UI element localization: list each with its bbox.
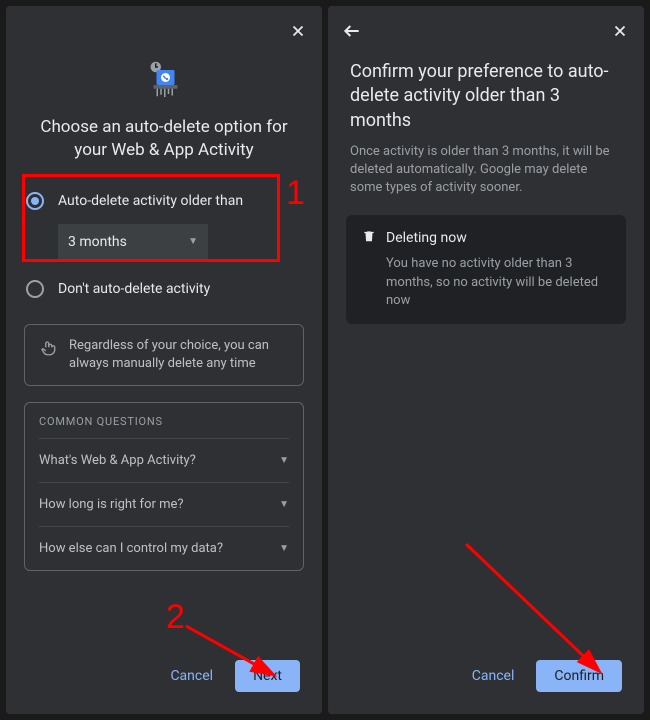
footer-actions: Cancel Confirm (328, 642, 644, 714)
question-row[interactable]: How else can I control my data? ▼ (39, 526, 289, 570)
cancel-button[interactable]: Cancel (158, 660, 225, 692)
close-icon[interactable] (608, 19, 632, 43)
footer-actions: Cancel Next (6, 642, 322, 714)
options-group: Auto-delete activity older than 3 months… (6, 180, 322, 314)
deleting-body-text: You have no activity older than 3 months… (362, 255, 610, 310)
chevron-down-icon: ▼ (279, 543, 289, 554)
chevron-down-icon: ▼ (279, 455, 289, 466)
topbar (6, 6, 322, 50)
info-text: Regardless of your choice, you can alway… (69, 337, 289, 373)
question-row[interactable]: How long is right for me? ▼ (39, 482, 289, 526)
radio-unchecked-icon (26, 280, 44, 298)
panel-confirm: Confirm your preference to auto-delete a… (328, 6, 644, 714)
radio-label: Don't auto-delete activity (58, 281, 210, 297)
trash-icon (362, 229, 376, 247)
close-icon[interactable] (286, 19, 310, 43)
question-text: What's Web & App Activity? (39, 453, 196, 468)
hand-tap-icon (39, 339, 57, 373)
radio-label: Auto-delete activity older than (58, 193, 243, 209)
common-questions-section: COMMON QUESTIONS What's Web & App Activi… (24, 402, 304, 571)
page-title: Choose an auto-delete option for your We… (6, 116, 322, 162)
question-row[interactable]: What's Web & App Activity? ▼ (39, 438, 289, 482)
annotation-number: 2 (166, 598, 185, 637)
back-arrow-icon[interactable] (340, 19, 364, 43)
radio-dont-delete[interactable]: Don't auto-delete activity (26, 272, 302, 306)
panel-auto-delete-options: Choose an auto-delete option for your We… (6, 6, 322, 714)
radio-auto-delete[interactable]: Auto-delete activity older than (26, 184, 302, 218)
info-card: Regardless of your choice, you can alway… (24, 324, 304, 386)
confirm-button[interactable]: Confirm (536, 660, 622, 692)
topbar (328, 6, 644, 50)
deleting-now-card: Deleting now You have no activity older … (346, 215, 626, 324)
duration-select[interactable]: 3 months ▼ (58, 224, 208, 262)
shredder-icon (140, 58, 188, 106)
section-header: COMMON QUESTIONS (39, 415, 289, 428)
next-button[interactable]: Next (235, 660, 300, 692)
question-text: How long is right for me? (39, 497, 184, 512)
hero-illustration (6, 58, 322, 106)
cancel-button[interactable]: Cancel (460, 660, 527, 692)
question-text: How else can I control my data? (39, 541, 223, 556)
deleting-head: Deleting now (362, 229, 610, 247)
select-value: 3 months (68, 234, 127, 250)
caret-down-icon: ▼ (188, 236, 198, 247)
chevron-down-icon: ▼ (279, 499, 289, 510)
radio-checked-icon (26, 192, 44, 210)
deleting-head-text: Deleting now (386, 230, 467, 246)
subtext: Once activity is older than 3 months, it… (328, 143, 644, 216)
page-title: Confirm your preference to auto-delete a… (328, 50, 644, 143)
